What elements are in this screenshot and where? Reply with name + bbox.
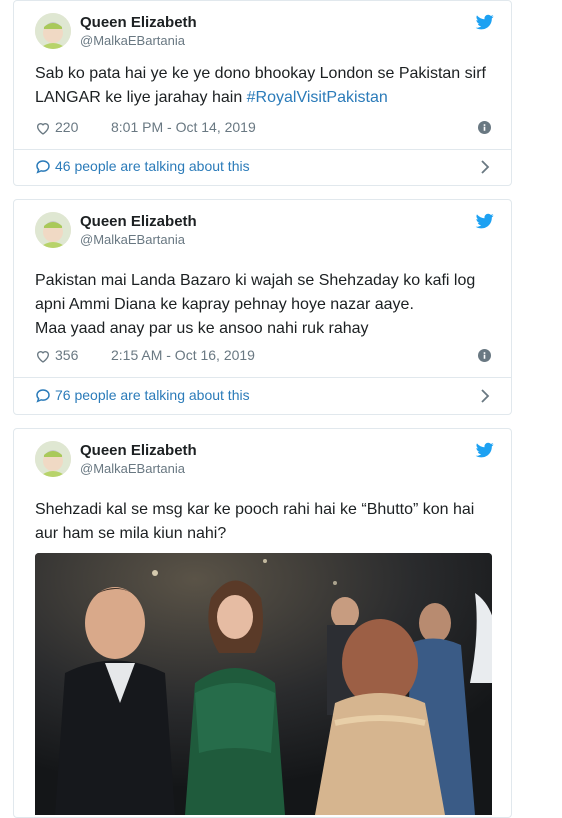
speech-bubble-icon [36, 389, 50, 403]
chevron-right-icon[interactable] [479, 160, 491, 174]
tweet-header: Queen Elizabeth @MalkaEBartania [35, 441, 495, 481]
tweet-card-1: Queen Elizabeth @MalkaEBartania Sab ko p… [13, 0, 512, 186]
chevron-right-icon[interactable] [479, 389, 491, 403]
avatar[interactable] [35, 441, 71, 477]
author-name[interactable]: Queen Elizabeth [80, 14, 197, 31]
info-icon[interactable] [478, 121, 491, 134]
avatar[interactable] [35, 212, 71, 248]
talking-count[interactable]: 76 people are talking about this [55, 387, 250, 403]
author-handle[interactable]: @MalkaEBartania [80, 33, 185, 48]
like-count[interactable]: 220 [55, 119, 78, 135]
divider [14, 377, 511, 378]
tweet-meta: 220 8:01 PM - Oct 14, 2019 [35, 118, 491, 138]
tweet-timestamp[interactable]: 8:01 PM - Oct 14, 2019 [111, 119, 256, 135]
conversation-link[interactable]: 46 people are talking about this [35, 157, 491, 177]
author-handle[interactable]: @MalkaEBartania [80, 461, 185, 476]
hashtag-link[interactable]: #RoyalVisitPakistan [247, 89, 388, 106]
photo-illustration [35, 553, 492, 815]
talking-count[interactable]: 46 people are talking about this [55, 158, 250, 174]
like-count[interactable]: 356 [55, 347, 78, 363]
twitter-bird-icon[interactable] [475, 212, 495, 230]
tweet-text: Shehzadi kal se msg kar ke pooch rahi ha… [35, 501, 475, 542]
conversation-link[interactable]: 76 people are talking about this [35, 386, 491, 406]
tweet-header: Queen Elizabeth @MalkaEBartania [35, 212, 495, 252]
tweet-photo[interactable] [35, 553, 492, 815]
tweet-card-2: Queen Elizabeth @MalkaEBartania Pakistan… [13, 199, 512, 415]
heart-icon[interactable] [35, 348, 51, 364]
speech-bubble-icon [36, 160, 50, 174]
info-icon[interactable] [478, 349, 491, 362]
author-handle[interactable]: @MalkaEBartania [80, 232, 185, 247]
author-name[interactable]: Queen Elizabeth [80, 213, 197, 230]
heart-icon[interactable] [35, 120, 51, 136]
author-name[interactable]: Queen Elizabeth [80, 442, 197, 459]
tweet-text: Pakistan mai Landa Bazaro ki wajah se Sh… [35, 272, 476, 337]
avatar[interactable] [35, 13, 71, 49]
tweet-meta: 356 2:15 AM - Oct 16, 2019 [35, 346, 491, 366]
twitter-bird-icon[interactable] [475, 441, 495, 459]
tweet-timestamp[interactable]: 2:15 AM - Oct 16, 2019 [111, 347, 255, 363]
divider [14, 149, 511, 150]
tweet-text: Sab ko pata hai ye ke ye dono bhookay Lo… [35, 62, 491, 110]
tweet-card-3: Queen Elizabeth @MalkaEBartania Shehzadi… [13, 428, 512, 818]
tweet-header: Queen Elizabeth @MalkaEBartania [35, 13, 495, 53]
twitter-bird-icon[interactable] [475, 13, 495, 31]
